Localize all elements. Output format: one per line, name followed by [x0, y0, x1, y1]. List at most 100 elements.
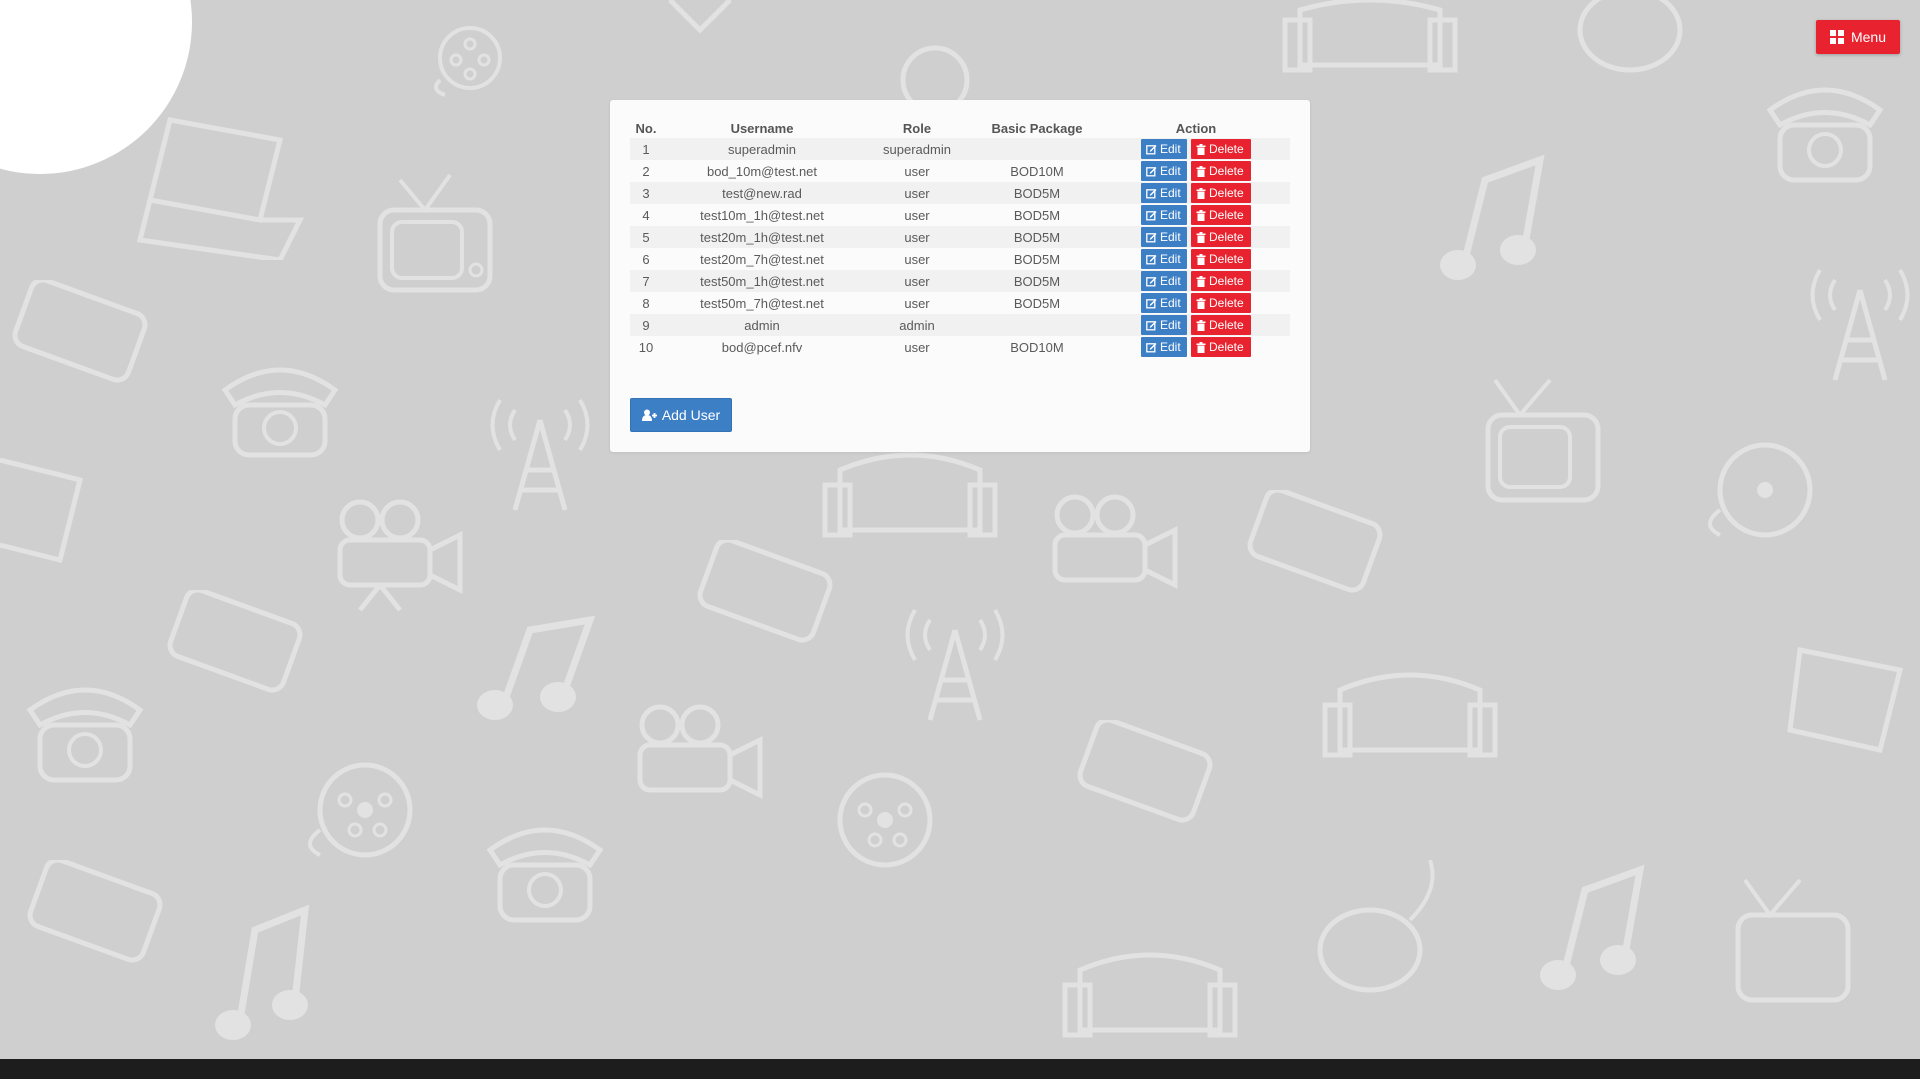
delete-button[interactable]: Delete: [1191, 161, 1251, 181]
trash-icon: [1196, 187, 1206, 199]
row-package: BOD5M: [1013, 251, 1061, 267]
edit-icon: [1146, 188, 1157, 198]
film-reel-icon: [837, 772, 933, 868]
row-username: test50m_1h@test.net: [662, 270, 862, 292]
delete-button[interactable]: Delete: [1191, 227, 1251, 247]
camera-icon: [337, 499, 463, 612]
edit-icon: [1146, 166, 1157, 176]
row-actions: Edit Delete: [1102, 204, 1290, 226]
row-actions: Edit Delete: [1102, 336, 1290, 358]
footer-bar: [0, 1059, 1920, 1079]
delete-button-label: Delete: [1209, 252, 1244, 266]
action-group: Edit Delete: [1102, 205, 1290, 225]
edit-button[interactable]: Edit: [1141, 183, 1187, 203]
menu-button[interactable]: Menu: [1816, 20, 1900, 54]
row-role: user: [904, 251, 930, 267]
delete-button[interactable]: Delete: [1191, 315, 1251, 335]
delete-button[interactable]: Delete: [1191, 337, 1251, 357]
music-note-icon: [477, 615, 596, 720]
sofa-icon: [1062, 952, 1238, 1038]
row-no: 8: [642, 295, 650, 311]
edit-icon: [1146, 210, 1157, 220]
table-row: 9 admin admin Edit Delete: [630, 314, 1290, 336]
trash-icon: [1196, 319, 1206, 331]
film-reel-icon: [1708, 442, 1813, 538]
row-package: BOD10M: [1010, 163, 1064, 179]
action-group: Edit Delete: [1102, 337, 1290, 357]
table-row: 3 test@new.rad user BOD5M Edit Delete: [630, 182, 1290, 204]
row-actions: Edit Delete: [1102, 270, 1290, 292]
row-no: 1: [630, 138, 662, 160]
edit-button[interactable]: Edit: [1141, 337, 1187, 357]
action-group: Edit Delete: [1102, 139, 1290, 159]
row-role: user: [904, 207, 930, 223]
edit-button[interactable]: Edit: [1141, 271, 1187, 291]
music-note-icon: [1540, 864, 1645, 990]
edit-button-label: Edit: [1160, 274, 1181, 288]
row-role: user: [904, 295, 930, 311]
row-actions: Edit Delete: [1102, 138, 1290, 160]
edit-icon: [1146, 232, 1157, 242]
sofa-icon: [822, 452, 998, 538]
table-row: 5 test20m_1h@test.net user BOD5M Edit Delete: [630, 226, 1290, 248]
delete-button[interactable]: Delete: [1191, 205, 1251, 225]
edit-button[interactable]: Edit: [1141, 315, 1187, 335]
row-actions: Edit Delete: [1102, 292, 1290, 314]
edit-button-label: Edit: [1160, 296, 1181, 310]
row-no: 6: [642, 251, 650, 267]
music-note-icon: [1440, 154, 1545, 280]
trash-icon: [1196, 165, 1206, 177]
table-row: 4 test10m_1h@test.net user BOD5M Edit Delete: [630, 204, 1290, 226]
edit-button-label: Edit: [1160, 318, 1181, 332]
row-username: bod@pcef.nfv: [721, 339, 803, 355]
edit-button[interactable]: Edit: [1141, 227, 1187, 247]
delete-button[interactable]: Delete: [1191, 183, 1251, 203]
row-no: 9: [630, 314, 662, 336]
action-group: Edit Delete: [1102, 227, 1290, 247]
header-action: Action: [1175, 120, 1217, 136]
edit-icon: [1146, 320, 1157, 330]
edit-button-label: Edit: [1160, 230, 1181, 244]
table-row: 8 test50m_7h@test.net user BOD5M Edit Delete: [630, 292, 1290, 314]
camera-icon: [668, 0, 732, 34]
action-group: Edit Delete: [1102, 315, 1290, 335]
edit-button[interactable]: Edit: [1141, 139, 1187, 159]
mouse-icon: [1317, 860, 1435, 993]
header-role: Role: [902, 120, 932, 136]
row-actions: Edit Delete: [1102, 248, 1290, 270]
delete-button[interactable]: Delete: [1191, 139, 1251, 159]
row-package: BOD5M: [972, 226, 1102, 248]
row-username: bod_10m@test.net: [706, 163, 818, 179]
edit-icon: [1146, 276, 1157, 286]
add-user-button[interactable]: Add User: [630, 398, 732, 432]
delete-button[interactable]: Delete: [1191, 271, 1251, 291]
action-group: Edit Delete: [1102, 293, 1290, 313]
laptop-icon: [0, 457, 84, 564]
antenna-icon: [490, 398, 590, 511]
sofa-icon: [1322, 672, 1498, 758]
row-username: test20m_7h@test.net: [700, 251, 824, 267]
row-username: superadmin: [662, 138, 862, 160]
row-role: admin: [862, 314, 972, 336]
delete-button-label: Delete: [1209, 208, 1244, 222]
users-panel: No. Username Role Basic Package Action 1…: [610, 100, 1310, 452]
delete-button[interactable]: Delete: [1191, 293, 1251, 313]
music-note-icon: [215, 904, 310, 1040]
row-role: superadmin: [862, 138, 972, 160]
delete-button[interactable]: Delete: [1191, 249, 1251, 269]
laptop-icon: [136, 117, 305, 260]
row-package: BOD5M: [1013, 207, 1061, 223]
row-package: [972, 138, 1102, 160]
row-no: 2: [642, 163, 650, 179]
add-user-label: Add User: [661, 407, 721, 423]
row-role: user: [862, 182, 972, 204]
edit-button[interactable]: Edit: [1141, 161, 1187, 181]
trash-icon: [1196, 341, 1206, 353]
action-group: Edit Delete: [1102, 161, 1290, 181]
edit-button[interactable]: Edit: [1141, 249, 1187, 269]
edit-button-label: Edit: [1160, 186, 1181, 200]
film-reel-icon: [434, 26, 502, 97]
edit-button[interactable]: Edit: [1141, 293, 1187, 313]
edit-button[interactable]: Edit: [1141, 205, 1187, 225]
delete-button-label: Delete: [1209, 142, 1244, 156]
